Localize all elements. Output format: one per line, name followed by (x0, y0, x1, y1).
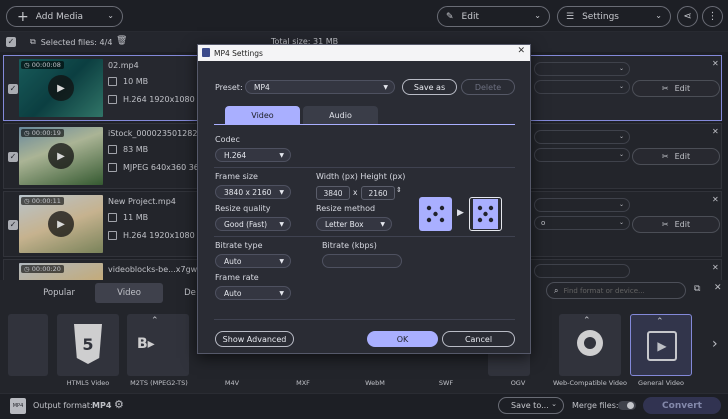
delete-button[interactable]: Delete (461, 79, 515, 95)
chevron-down-icon: ▼ (279, 258, 284, 265)
link-aspect-icon[interactable]: ⇕ (396, 186, 402, 194)
preset-label: Preset: (215, 83, 243, 92)
resize-preview-after (469, 197, 502, 231)
chevron-down-icon: ▼ (279, 152, 284, 159)
codec-value: H.264 (224, 150, 247, 160)
resize-quality-label: Resize quality (215, 204, 271, 213)
ok-button[interactable]: OK (367, 331, 438, 347)
divider (214, 236, 515, 237)
bitrate-label: Bitrate (kbps) (322, 241, 377, 250)
arrow-right-icon: ▶ (457, 208, 464, 218)
cancel-button[interactable]: Cancel (442, 331, 515, 347)
mp4-settings-dialog: MP4 Settings ✕ Preset: MP4 ▼ Save as Del… (197, 44, 531, 354)
codec-label: Codec (215, 135, 240, 144)
tab-audio[interactable]: Audio (303, 106, 378, 124)
frame-size-value: 3840 x 2160 (224, 187, 272, 197)
preset-value: MP4 (254, 82, 270, 92)
chevron-down-icon: ▼ (383, 84, 388, 91)
app-icon (202, 48, 210, 57)
chevron-down-icon: ▼ (279, 290, 284, 297)
tab-divider (214, 124, 515, 125)
dice-icon (426, 205, 445, 223)
height-input[interactable]: 2160 (361, 186, 395, 200)
resize-quality-select[interactable]: Good (Fast) ▼ (215, 217, 291, 231)
tab-video[interactable]: Video (225, 106, 300, 124)
chevron-down-icon: ▼ (279, 189, 284, 196)
bitrate-type-label: Bitrate type (215, 241, 263, 250)
dialog-titlebar: MP4 Settings ✕ (198, 45, 530, 61)
resize-method-select[interactable]: Letter Box ▼ (316, 217, 392, 231)
width-height-label: Width (px) Height (px) (316, 172, 406, 181)
chevron-down-icon: ▼ (380, 221, 385, 228)
frame-rate-select[interactable]: Auto ▼ (215, 286, 291, 300)
codec-select[interactable]: H.264 ▼ (215, 148, 291, 162)
width-input[interactable]: 3840 (316, 186, 350, 200)
divider (214, 319, 515, 320)
bitrate-type-select[interactable]: Auto ▼ (215, 254, 291, 268)
bitrate-type-value: Auto (224, 256, 242, 266)
close-icon[interactable]: ✕ (517, 46, 525, 56)
preset-select[interactable]: MP4 ▼ (245, 80, 395, 94)
frame-size-label: Frame size (215, 172, 258, 181)
frame-rate-value: Auto (224, 288, 242, 298)
bitrate-input[interactable] (322, 254, 402, 268)
frame-size-select[interactable]: 3840 x 2160 ▼ (215, 185, 291, 199)
show-advanced-button[interactable]: Show Advanced (215, 331, 294, 347)
frame-rate-label: Frame rate (215, 273, 259, 282)
resize-method-label: Resize method (316, 204, 376, 213)
dimension-separator: x (353, 188, 358, 197)
divider (214, 167, 515, 168)
chevron-down-icon: ▼ (279, 221, 284, 228)
dialog-title: MP4 Settings (214, 48, 263, 58)
save-as-button[interactable]: Save as (402, 79, 457, 95)
dice-icon (477, 205, 494, 223)
resize-method-value: Letter Box (325, 219, 364, 229)
resize-preview-before (419, 197, 452, 231)
resize-quality-value: Good (Fast) (224, 219, 268, 229)
